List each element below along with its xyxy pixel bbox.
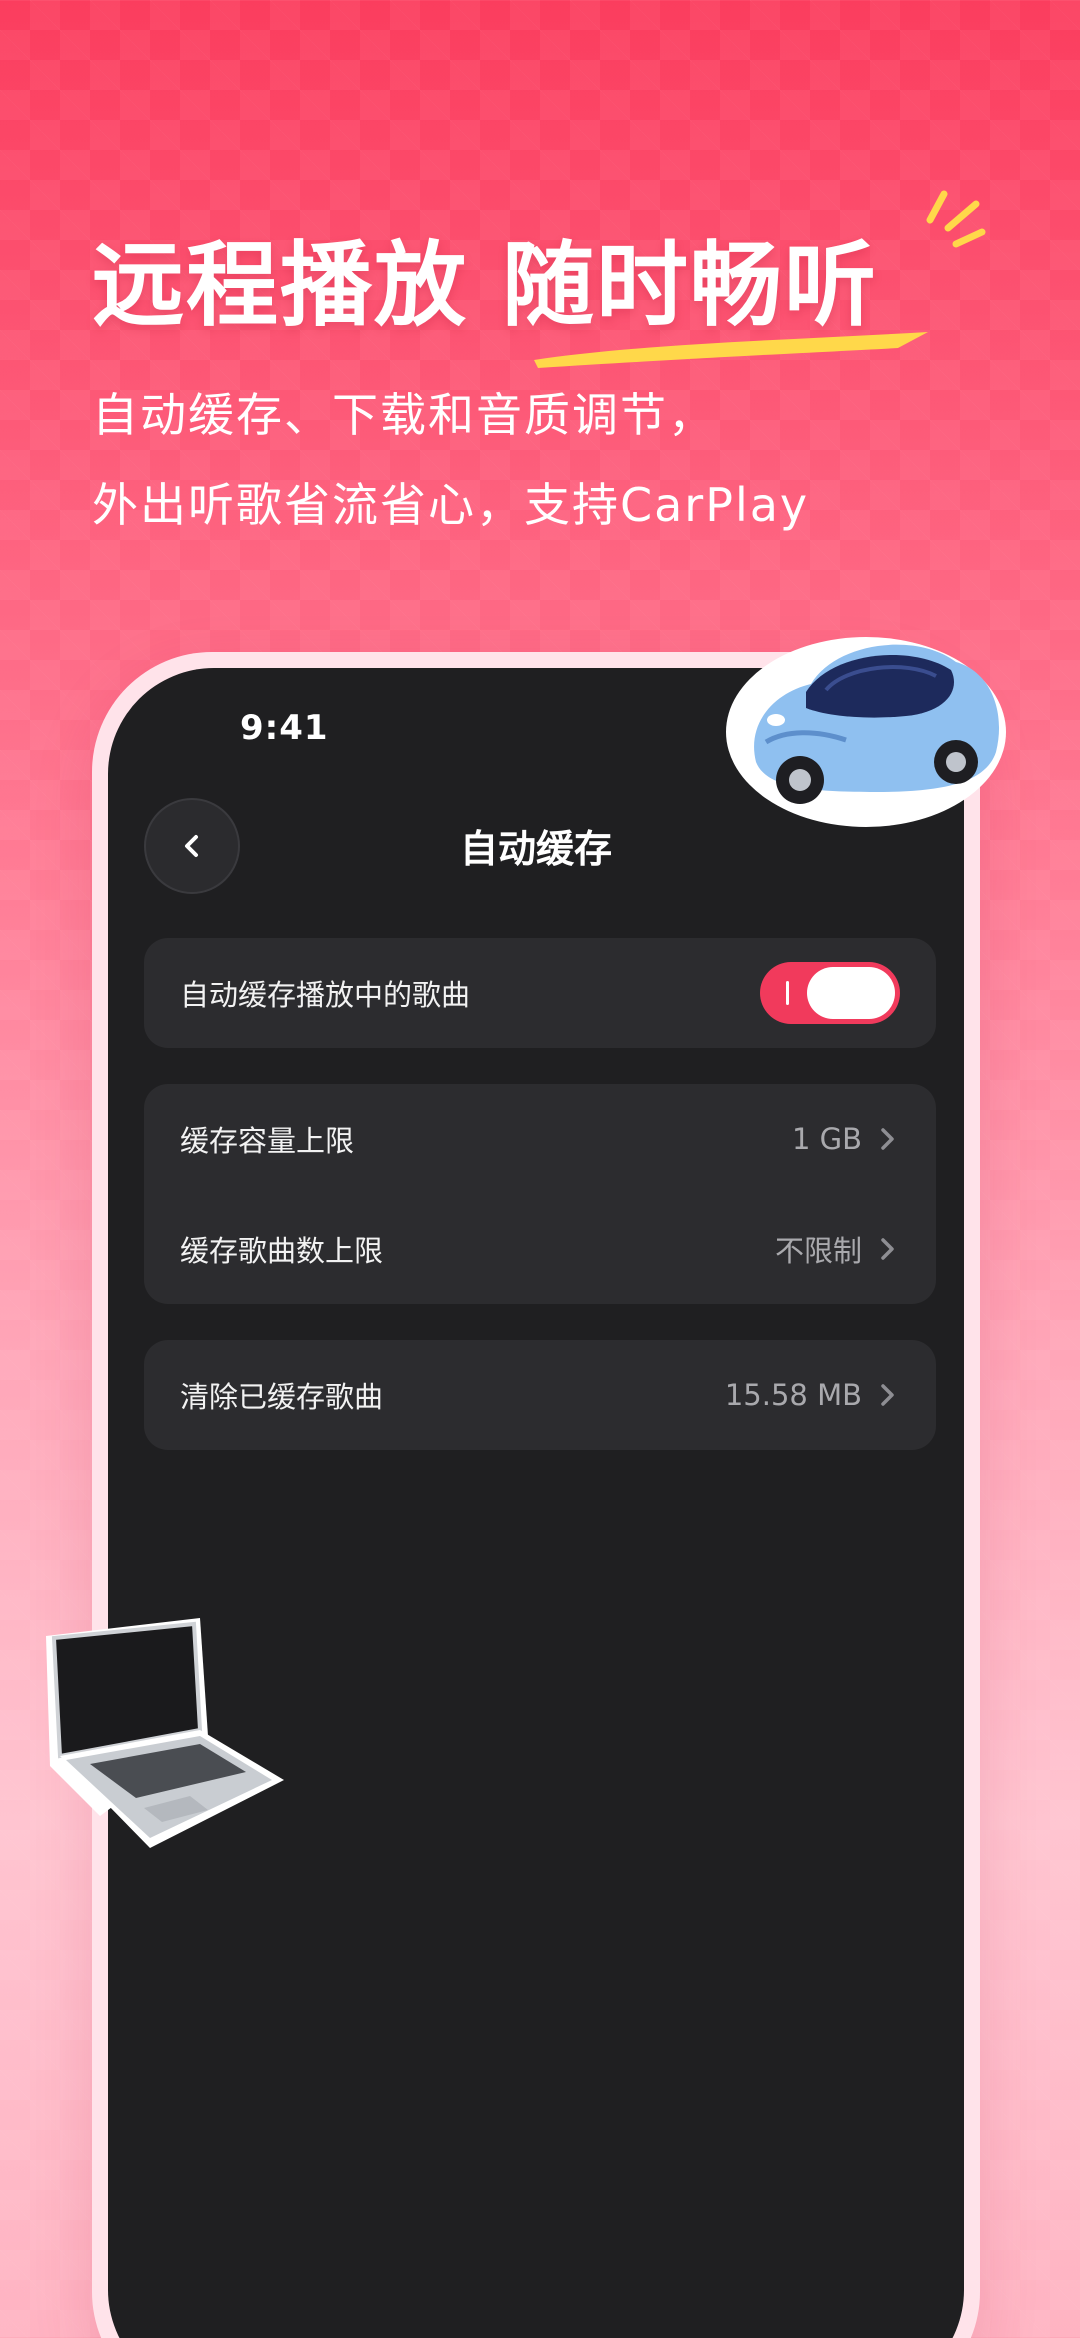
toggle-knob: [807, 967, 895, 1019]
subtitle-line-2: 外出听歌省流省心，支持CarPlay: [92, 478, 810, 532]
cache-capacity-row[interactable]: 缓存容量上限 1 GB: [144, 1084, 936, 1194]
phone-screen: 9:41 自动缓存 自动缓存播放中的歌曲 缓存容量上限 1 GB 缓存歌曲数上限…: [108, 668, 964, 2338]
headline-part-1: 远程播放: [92, 231, 469, 339]
auto-cache-card: 自动缓存播放中的歌曲: [144, 938, 936, 1048]
clear-cache-value: 15.58 MB: [724, 1378, 862, 1412]
status-bar-time: 9:41: [240, 708, 329, 748]
subtitle-line-1: 自动缓存、下载和音质调节，: [92, 388, 716, 442]
cache-limits-card: 缓存容量上限 1 GB 缓存歌曲数上限 不限制: [144, 1084, 936, 1304]
phone-mockup: 9:41 自动缓存 自动缓存播放中的歌曲 缓存容量上限 1 GB 缓存歌曲数上限…: [92, 652, 980, 2338]
highlight-underline: [534, 332, 928, 368]
auto-cache-toggle[interactable]: [760, 962, 900, 1024]
cache-song-count-row[interactable]: 缓存歌曲数上限 不限制: [144, 1194, 936, 1304]
chevron-right-icon: [876, 1379, 900, 1411]
cache-song-count-value: 不限制: [774, 1234, 862, 1268]
laptop-illustration: [46, 1618, 284, 1848]
auto-cache-row: 自动缓存播放中的歌曲: [144, 938, 936, 1048]
clear-cache-row[interactable]: 清除已缓存歌曲 15.58 MB: [144, 1340, 936, 1450]
car-illustration: [726, 637, 1006, 827]
chevron-right-icon: [876, 1233, 900, 1265]
promo-subtitle: 自动缓存、下载和音质调节， 外出听歌省流省心，支持CarPlay: [92, 370, 809, 550]
auto-cache-label: 自动缓存播放中的歌曲: [180, 978, 471, 1012]
chevron-right-icon: [876, 1123, 900, 1155]
toggle-on-mark: [786, 981, 789, 1005]
cache-capacity-value: 1 GB: [791, 1122, 862, 1156]
clear-cache-card: 清除已缓存歌曲 15.58 MB: [144, 1340, 936, 1450]
sparkle-icon: [926, 190, 986, 248]
clear-cache-label: 清除已缓存歌曲: [180, 1380, 384, 1414]
cache-capacity-label: 缓存容量上限: [180, 1124, 355, 1158]
cache-song-count-label: 缓存歌曲数上限: [180, 1234, 384, 1268]
